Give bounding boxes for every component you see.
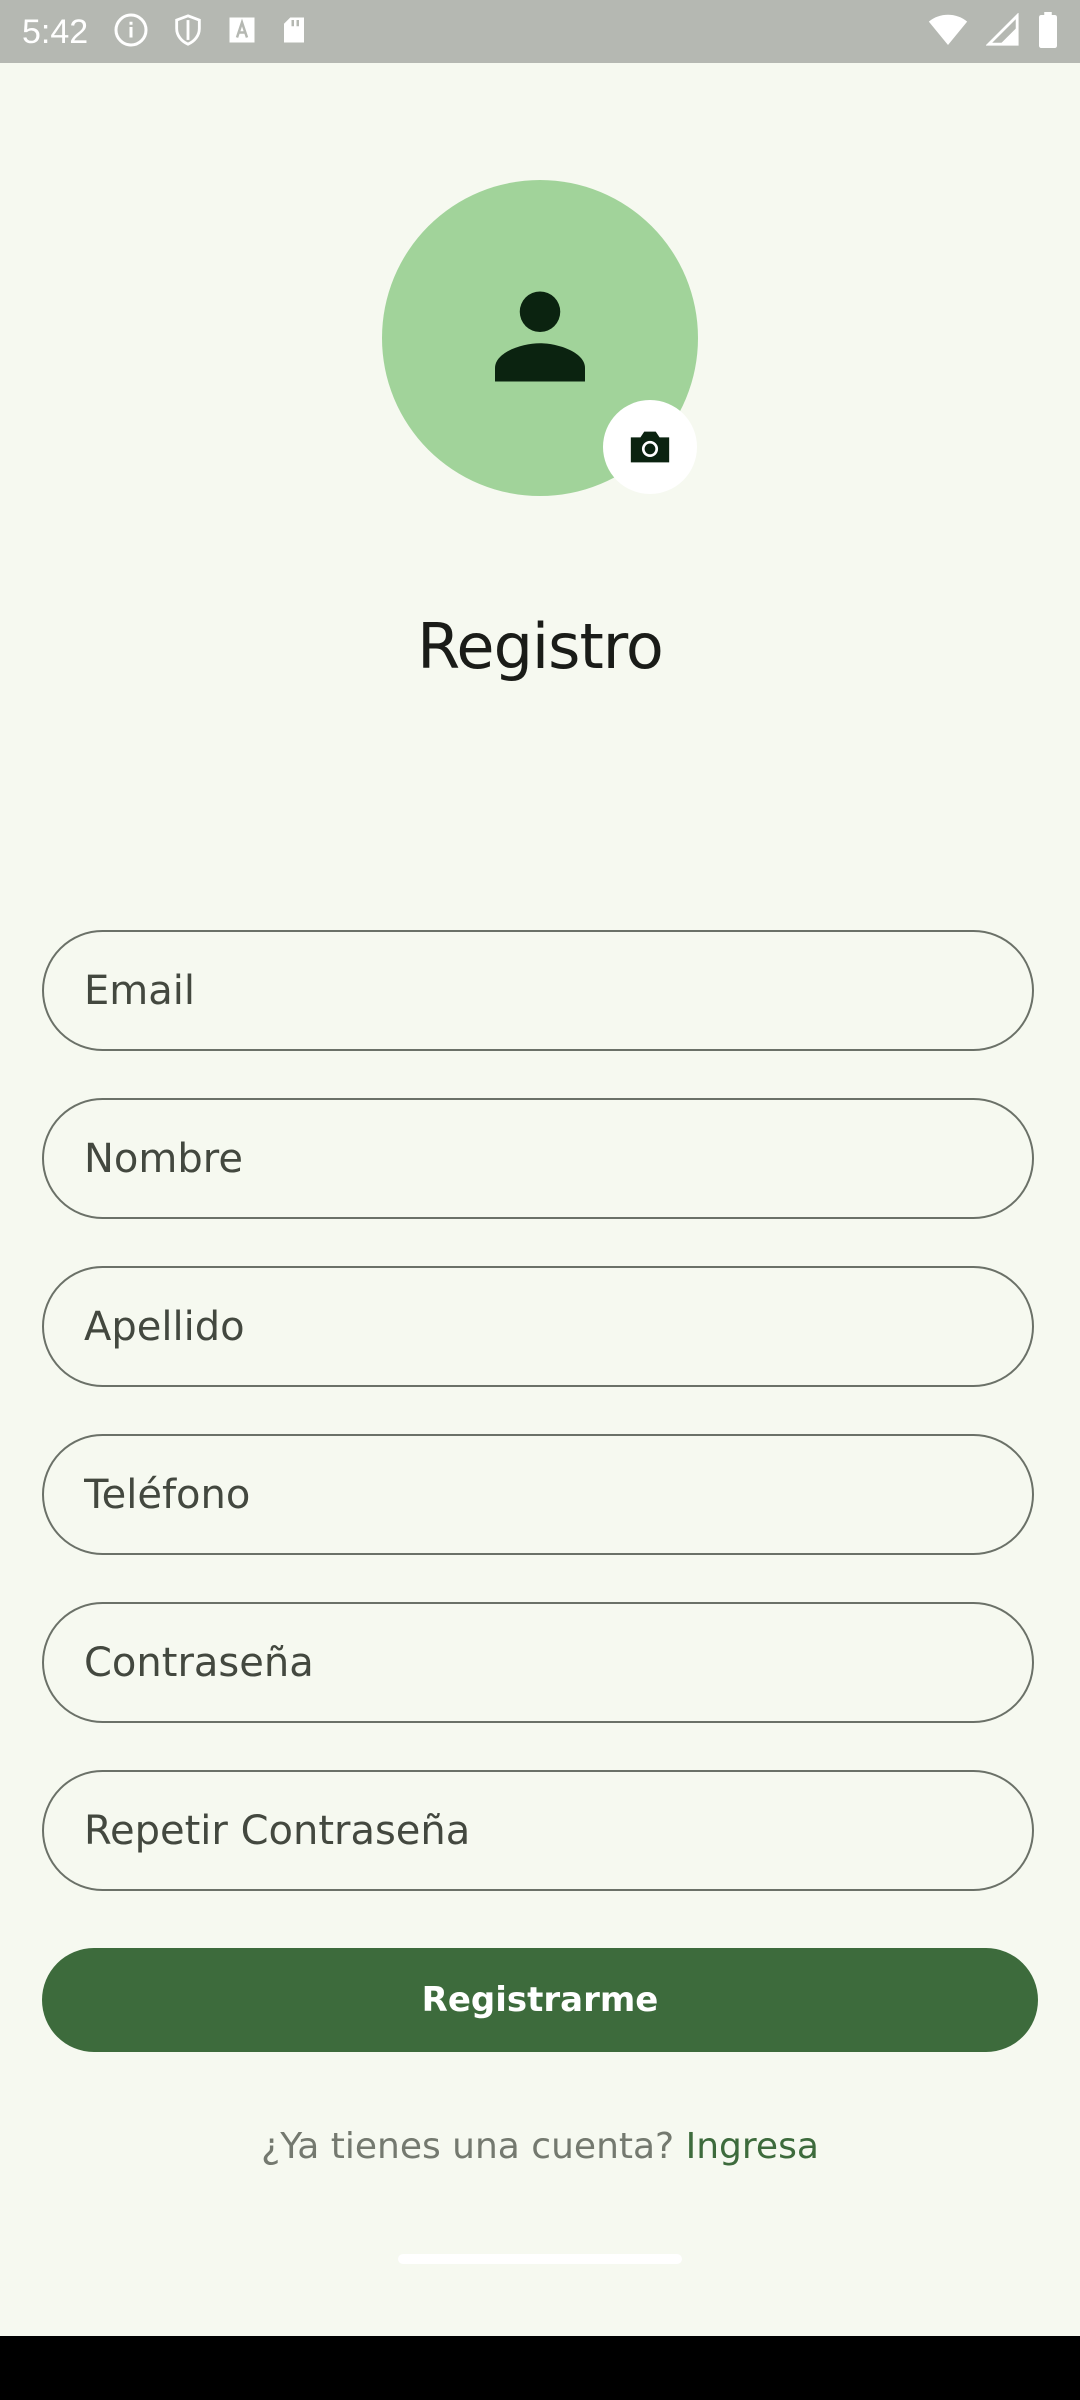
navigation-bar: [0, 2336, 1080, 2400]
signal-icon: [986, 13, 1019, 46]
last-name-field[interactable]: [42, 1266, 1034, 1387]
password-field[interactable]: [42, 1602, 1034, 1723]
battery-icon: [1039, 12, 1057, 48]
first-name-field[interactable]: [42, 1098, 1034, 1219]
phone-field[interactable]: [42, 1434, 1034, 1555]
register-button[interactable]: Registrarme: [42, 1948, 1038, 2052]
login-link[interactable]: Ingresa: [686, 2126, 819, 2167]
person-icon: [495, 291, 585, 382]
repeat-password-field[interactable]: [42, 1770, 1034, 1891]
camera-icon: [630, 431, 670, 463]
home-indicator[interactable]: [398, 2254, 682, 2264]
camera-button[interactable]: [603, 400, 697, 494]
status-icons-right: [928, 12, 1058, 48]
login-prompt: ¿Ya tienes una cuenta? Ingresa: [0, 2126, 1080, 2167]
font-icon: [229, 17, 255, 43]
status-time: 5:42: [22, 13, 89, 51]
page-title: Registro: [417, 610, 664, 683]
email-field[interactable]: [42, 930, 1034, 1051]
info-icon: [114, 13, 148, 47]
sd-card-icon: [284, 17, 304, 43]
status-icons-left: [113, 12, 309, 48]
login-prompt-text: ¿Ya tienes una cuenta?: [261, 2126, 675, 2167]
status-bar: 5:42: [0, 0, 1080, 63]
shield-icon: [175, 14, 201, 46]
wifi-icon: [928, 14, 968, 45]
